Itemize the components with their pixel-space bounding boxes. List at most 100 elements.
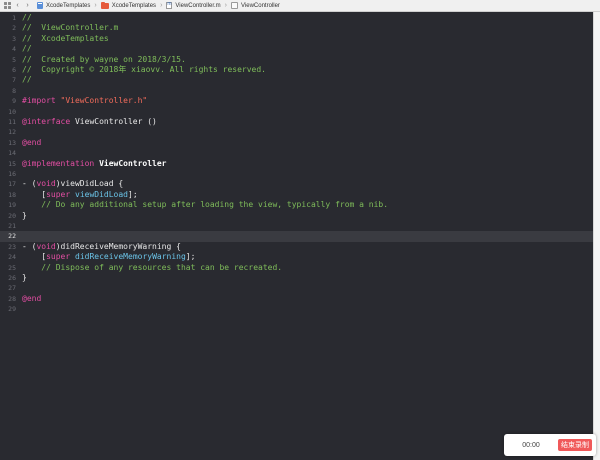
code-line[interactable]: 28 @end bbox=[0, 294, 593, 304]
line-number: 1 bbox=[12, 14, 16, 22]
breadcrumb-label: XcodeTemplates bbox=[46, 2, 91, 9]
code-token: @end bbox=[22, 137, 42, 147]
code-token: @end bbox=[22, 293, 42, 303]
line-number: 3 bbox=[12, 34, 16, 43]
breadcrumb-separator-icon: › bbox=[94, 2, 97, 9]
code-text: // Copyright © 2018年 xiaovv. All rights … bbox=[22, 65, 266, 75]
breadcrumb-file[interactable]: ViewController.m bbox=[166, 1, 221, 9]
line-number: 17 bbox=[8, 180, 16, 189]
breadcrumb-group[interactable]: XcodeTemplates bbox=[100, 1, 157, 9]
code-line[interactable]: 23 - (void)didReceiveMemoryWarning { bbox=[0, 242, 593, 252]
code-token: )viewDidLoad { bbox=[55, 179, 124, 189]
code-token: ]; bbox=[128, 189, 138, 199]
line-number: 9 bbox=[12, 97, 16, 106]
vertical-scroll-area[interactable] bbox=[593, 12, 600, 460]
code-token: - ( bbox=[22, 241, 37, 251]
line-number: 26 bbox=[8, 274, 16, 282]
source-editor[interactable]: 1 // 2 // ViewController.m 3 // XcodeTemplate… bbox=[0, 12, 593, 460]
back-arrow-icon[interactable]: ‹ bbox=[13, 1, 22, 11]
code-token: ]; bbox=[185, 252, 196, 262]
objc-file-icon bbox=[166, 1, 173, 9]
breadcrumb-label: ViewController bbox=[241, 2, 280, 9]
recording-timer: 00:00 bbox=[522, 441, 540, 449]
line-number: 27 bbox=[8, 284, 16, 293]
line-number: 11 bbox=[8, 118, 16, 126]
code-line[interactable]: 5 // Created by wayne on 2018/3/15. bbox=[0, 55, 593, 65]
code-line[interactable]: 26} bbox=[0, 273, 593, 283]
line-number: 13 bbox=[8, 138, 16, 147]
code-text: @implementation ViewController bbox=[22, 159, 167, 169]
code-token: "ViewController.h" bbox=[60, 96, 148, 106]
code-line[interactable]: 9 #import "ViewController.h" bbox=[0, 96, 593, 106]
code-token: // bbox=[22, 75, 32, 85]
breadcrumb-label: XcodeTemplates bbox=[111, 2, 157, 9]
code-line[interactable]: 2 // ViewController.m bbox=[0, 23, 593, 33]
code-line[interactable]: 17 - (void)viewDidLoad { bbox=[0, 179, 593, 189]
line-number: 10 bbox=[8, 107, 16, 116]
breadcrumb-symbol[interactable]: ViewController bbox=[231, 2, 280, 9]
code-text: } bbox=[22, 273, 27, 283]
code-text: // Do any additional setup after loading… bbox=[22, 200, 388, 210]
related-items-icon[interactable] bbox=[4, 2, 11, 9]
breadcrumb-separator-icon: › bbox=[160, 2, 163, 9]
line-number: 22 bbox=[8, 232, 16, 241]
jump-bar: ‹ › XcodeTemplates › XcodeTemplates › Vi… bbox=[0, 0, 600, 12]
code-text: // ViewController.m bbox=[22, 23, 118, 33]
code-text: [super viewDidLoad]; bbox=[22, 189, 138, 200]
code-token: // Created by wayne on 2018/3/15. bbox=[22, 54, 186, 64]
code-line[interactable]: 13 @end bbox=[0, 138, 593, 148]
code-line[interactable]: 21 bbox=[0, 221, 593, 231]
code-token: void bbox=[36, 241, 56, 251]
code-line[interactable]: 4 // bbox=[0, 44, 593, 54]
code-token: )didReceiveMemoryWarning { bbox=[55, 241, 181, 251]
code-token: ViewController () bbox=[70, 117, 157, 126]
code-token: // Copyright © 2018年 xiaovv. All rights … bbox=[22, 65, 267, 74]
code-line[interactable]: 3 // XcodeTemplates bbox=[0, 34, 593, 44]
code-line[interactable]: 25 // Dispose of any resources that can … bbox=[0, 263, 593, 273]
code-line[interactable]: 19 // Do any additional setup after load… bbox=[0, 200, 593, 210]
code-text: } bbox=[22, 211, 27, 221]
forward-arrow-icon[interactable]: › bbox=[23, 1, 32, 11]
code-line[interactable]: 8 bbox=[0, 86, 593, 96]
code-line[interactable]: 29 bbox=[0, 304, 593, 314]
code-token: // ViewController.m bbox=[22, 23, 119, 33]
code-line[interactable]: 1 // bbox=[0, 13, 593, 23]
stop-recording-button[interactable]: 结束录制 bbox=[558, 439, 592, 451]
code-token: // Do any additional setup after loading… bbox=[22, 200, 389, 210]
line-number: 24 bbox=[8, 253, 16, 262]
code-line[interactable]: 15 @implementation ViewController bbox=[0, 159, 593, 169]
code-text: @interface ViewController () bbox=[22, 117, 157, 127]
line-number: 16 bbox=[8, 170, 16, 178]
code-line[interactable]: 16 bbox=[0, 169, 593, 179]
line-number: 14 bbox=[8, 149, 16, 158]
line-number: 5 bbox=[12, 55, 16, 64]
code-token: // bbox=[22, 44, 32, 54]
code-line[interactable]: 20} bbox=[0, 211, 593, 221]
line-number: 18 bbox=[8, 190, 16, 199]
code-line[interactable]: 11 @interface ViewController () bbox=[0, 117, 593, 127]
code-line[interactable]: 12 bbox=[0, 127, 593, 137]
code-token: super bbox=[46, 252, 71, 262]
code-token: void bbox=[36, 179, 56, 189]
line-number: 19 bbox=[8, 201, 16, 210]
code-token: // bbox=[22, 13, 32, 22]
folder-icon bbox=[100, 1, 109, 9]
code-token: } bbox=[22, 273, 27, 282]
code-line[interactable]: 24 [super didReceiveMemoryWarning]; bbox=[0, 252, 593, 262]
code-text: // bbox=[22, 75, 32, 85]
code-text: // Created by wayne on 2018/3/15. bbox=[22, 55, 186, 65]
code-line[interactable]: 7 // bbox=[0, 75, 593, 85]
code-token: ViewController bbox=[94, 158, 167, 168]
code-text: // bbox=[22, 13, 32, 23]
code-token: @implementation bbox=[22, 158, 95, 168]
code-line[interactable]: 10 bbox=[0, 107, 593, 117]
code-text: @end bbox=[22, 138, 41, 148]
code-line[interactable]: 22 bbox=[0, 231, 593, 242]
code-line[interactable]: 27 bbox=[0, 283, 593, 293]
code-line[interactable]: 18 [super viewDidLoad]; bbox=[0, 190, 593, 200]
code-text: @end bbox=[22, 294, 41, 304]
line-number: 15 bbox=[8, 159, 16, 168]
code-line[interactable]: 6 // Copyright © 2018年 xiaovv. All rights… bbox=[0, 65, 593, 75]
code-line[interactable]: 14 bbox=[0, 148, 593, 158]
breadcrumb-project[interactable]: XcodeTemplates bbox=[37, 2, 90, 9]
